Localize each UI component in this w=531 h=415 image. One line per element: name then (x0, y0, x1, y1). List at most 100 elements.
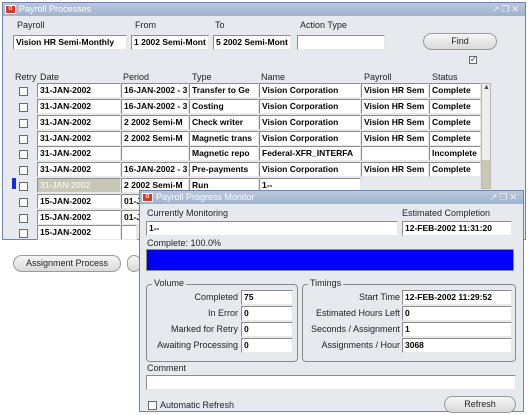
awaiting-processing-label: Awaiting Processing (157, 340, 238, 350)
start-time-label: Start Time (358, 292, 400, 302)
assignment-process-button[interactable]: Assignment Process (13, 255, 121, 272)
row-period[interactable] (121, 146, 189, 161)
complete-percent-label: Complete: 100.0% (147, 238, 222, 248)
progress-monitor-titlebar[interactable]: O Payroll Progress Monitor ↗❒✕ (140, 191, 523, 204)
payroll-progress-monitor-window: O Payroll Progress Monitor ↗❒✕ Currently… (139, 190, 524, 413)
retry-checkbox[interactable] (19, 135, 28, 144)
from-filter-field[interactable]: 1 2002 Semi-Mont (131, 35, 209, 50)
payroll-filter-field[interactable]: Vision HR Semi-Monthly (13, 35, 127, 50)
col-period-header: Period (123, 72, 150, 82)
window-controls[interactable]: ↗❒✕ (492, 3, 521, 16)
col-payroll-header: Payroll (364, 72, 392, 82)
row-payroll[interactable]: Vision HR Sem (361, 83, 429, 98)
retry-checkbox[interactable] (19, 198, 28, 207)
row-status[interactable]: Incomplete (429, 146, 481, 161)
comment-field[interactable] (146, 375, 516, 390)
automatic-refresh-label: Automatic Refresh (160, 400, 235, 410)
marked-for-retry-label: Marked for Retry (170, 324, 238, 334)
col-retry-header: Retry (15, 72, 37, 82)
row-payroll[interactable]: Vision HR Sem (361, 99, 429, 114)
row-status[interactable]: Complete (429, 115, 481, 130)
to-filter-label: To (215, 20, 225, 30)
row-date[interactable]: 15-JAN-2002 (37, 194, 121, 209)
find-button[interactable]: Find (423, 33, 497, 50)
row-type[interactable]: Magnetic trans (189, 131, 259, 146)
col-type-header: Type (192, 72, 212, 82)
retry-checkbox[interactable] (19, 103, 28, 112)
window-controls[interactable]: ↗❒✕ (490, 191, 519, 204)
scrollbar-thumb[interactable] (482, 160, 490, 188)
col-status-header: Status (432, 72, 458, 82)
completed-field: 75 (241, 290, 293, 305)
to-filter-field[interactable]: 5 2002 Semi-Mont (213, 35, 291, 50)
row-date[interactable]: 31-JAN-2002 (37, 146, 121, 161)
completed-label: Completed (194, 292, 238, 302)
retry-checkbox[interactable] (19, 119, 28, 128)
retry-checkbox[interactable] (19, 87, 28, 96)
in-error-label: In Error (207, 308, 238, 318)
row-date[interactable]: 31-JAN-2002 (37, 162, 121, 177)
row-period[interactable]: 2 2002 Semi-M (121, 115, 189, 130)
select-all-checkbox[interactable]: ✓ (469, 56, 477, 64)
retry-checkbox[interactable] (19, 182, 28, 191)
row-type[interactable]: Pre-payments (189, 162, 259, 177)
current-record-indicator (12, 178, 16, 189)
row-name[interactable]: Vision Corporation (259, 83, 361, 98)
row-period[interactable]: 2 2002 Semi-M (121, 131, 189, 146)
row-type[interactable]: Magnetic repo (189, 146, 259, 161)
estimated-completion-field: 12-FEB-2002 11:31:20 (402, 221, 512, 236)
col-name-header: Name (261, 72, 286, 82)
row-status[interactable]: Complete (429, 99, 481, 114)
retry-checkbox[interactable] (19, 166, 28, 175)
row-payroll[interactable]: Vision HR Sem (361, 115, 429, 130)
row-period[interactable] (121, 225, 137, 240)
automatic-refresh-checkbox[interactable] (148, 401, 157, 410)
row-name[interactable]: Vision Corporation (259, 162, 361, 177)
row-type[interactable]: Check writer (189, 115, 259, 130)
monitor-title: Payroll Progress Monitor (156, 192, 255, 202)
currently-monitoring-label: Currently Monitoring (147, 208, 229, 218)
row-period[interactable]: 16-JAN-2002 - 3 (121, 83, 189, 98)
oracle-app-icon: O (142, 193, 153, 202)
row-status[interactable]: Complete (429, 83, 481, 98)
row-date[interactable]: 15-JAN-2002 (37, 225, 121, 240)
col-date-header: Date (40, 72, 60, 82)
row-status[interactable]: Complete (429, 131, 481, 146)
start-time-field: 12-FEB-2002 11:29:52 (402, 290, 512, 305)
row-date[interactable]: 31-JAN-2002 (37, 83, 121, 98)
row-date[interactable]: 31-JAN-2002 (37, 115, 121, 130)
payroll-processes-titlebar[interactable]: O Payroll Processes ↗❒✕ (3, 3, 525, 16)
row-type[interactable]: Costing (189, 99, 259, 114)
row-status[interactable]: Complete (429, 162, 481, 177)
refresh-button[interactable]: Refresh (444, 396, 516, 413)
currently-monitoring-field: 1-- (146, 221, 398, 236)
scroll-up-arrow-icon[interactable]: ▲ (483, 84, 490, 91)
row-period[interactable]: 16-JAN-2002 - 3 (121, 99, 189, 114)
row-name[interactable]: Vision Corporation (259, 115, 361, 130)
payroll-filter-label: Payroll (17, 20, 45, 30)
timings-group-title: Timings (308, 278, 344, 288)
row-payroll[interactable]: Vision HR Sem (361, 162, 429, 177)
table-scrollbar[interactable]: ▲ (481, 83, 491, 189)
row-period[interactable]: 16-JAN-2002 - 3 (121, 162, 189, 177)
progress-bar-track (146, 249, 514, 271)
row-date[interactable]: 15-JAN-2002 (37, 210, 121, 225)
row-type[interactable]: Transfer to Ge (189, 83, 259, 98)
window-title: Payroll Processes (19, 4, 92, 14)
row-payroll[interactable] (361, 146, 429, 161)
row-name[interactable]: Vision Corporation (259, 99, 361, 114)
row-date[interactable]: 31-JAN-2002 (37, 99, 121, 114)
action-type-filter-field[interactable] (297, 35, 385, 50)
row-payroll[interactable]: Vision HR Sem (361, 131, 429, 146)
from-filter-label: From (135, 20, 156, 30)
retry-checkbox[interactable] (19, 214, 28, 223)
row-date[interactable]: 31-JAN-2002 (37, 178, 121, 193)
retry-checkbox[interactable] (19, 229, 28, 238)
retry-checkbox[interactable] (19, 150, 28, 159)
row-name[interactable]: Vision Corporation (259, 131, 361, 146)
row-name[interactable]: Federal-XFR_INTERFA (259, 146, 361, 161)
estimated-completion-label: Estimated Completion (402, 208, 491, 218)
row-date[interactable]: 31-JAN-2002 (37, 131, 121, 146)
marked-for-retry-field: 0 (241, 322, 293, 337)
estimated-hours-left-label: Estimated Hours Left (315, 308, 400, 318)
